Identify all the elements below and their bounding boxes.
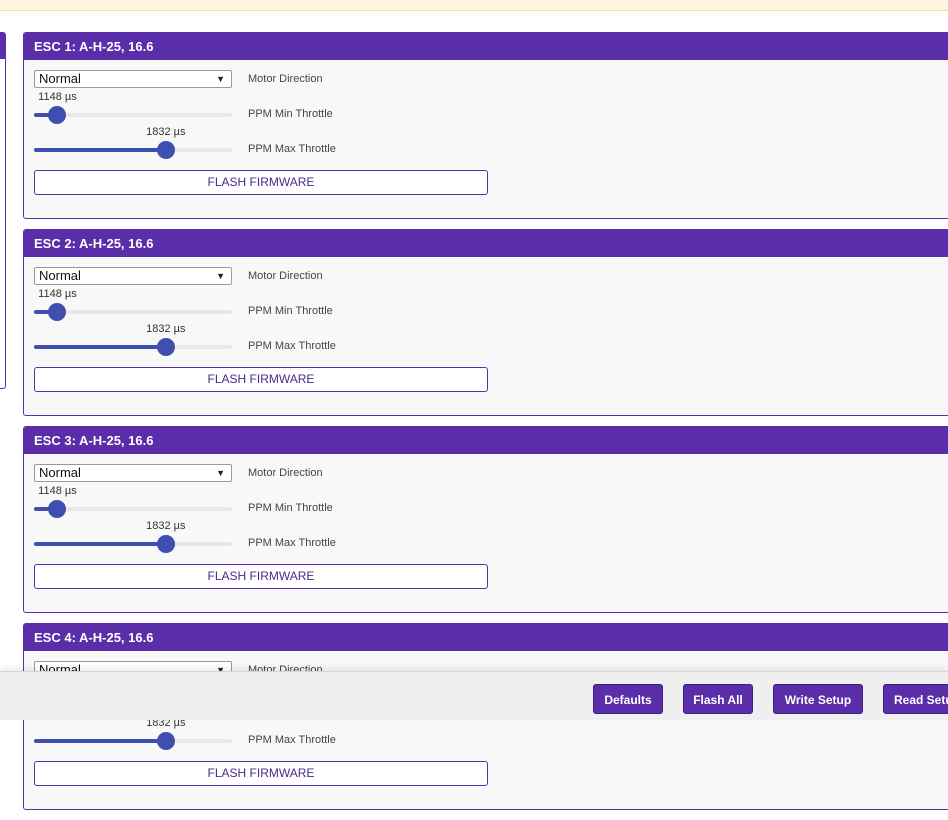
min-throttle-value: 1148 µs	[38, 485, 77, 497]
motor-direction-select[interactable]: Normal ▼	[34, 464, 232, 482]
max-throttle-slider[interactable]: 1832 µs	[34, 323, 232, 356]
min-throttle-slider[interactable]: 1148 µs	[34, 91, 232, 124]
max-throttle-label: PPM Max Throttle	[248, 340, 336, 352]
min-throttle-label: PPM Min Throttle	[248, 502, 333, 514]
left-sidebar-panel	[0, 32, 6, 389]
flash-firmware-button[interactable]: FLASH FIRMWARE	[34, 367, 488, 392]
esc-body: Normal ▼ Motor Direction 1148 µs PPM Min Thr…	[24, 60, 948, 218]
motor-direction-label: Motor Direction	[248, 467, 323, 479]
dropdown-caret-icon: ▼	[216, 468, 225, 478]
motor-direction-value: Normal	[39, 465, 81, 480]
max-throttle-label: PPM Max Throttle	[248, 537, 336, 549]
esc-body: Normal ▼ Motor Direction 1148 µs PPM Min Thr…	[24, 454, 948, 612]
slider-fill	[34, 739, 166, 743]
max-throttle-value: 1832 µs	[146, 520, 186, 532]
esc-panel: ESC 3: A-H-25, 16.6 Normal ▼ Motor Directio…	[23, 426, 948, 613]
motor-direction-value: Normal	[39, 268, 81, 283]
max-throttle-slider[interactable]: 1832 µs	[34, 126, 232, 159]
min-throttle-label: PPM Min Throttle	[248, 108, 333, 120]
slider-thumb[interactable]	[156, 338, 175, 356]
read-setup-button[interactable]: Read Setup	[883, 684, 948, 714]
min-throttle-value: 1148 µs	[38, 288, 77, 300]
slider-thumb[interactable]	[156, 535, 175, 553]
max-throttle-value: 1832 µs	[146, 126, 186, 138]
esc-title: ESC 1: A-H-25, 16.6	[24, 33, 948, 60]
slider-thumb[interactable]	[156, 141, 175, 159]
min-throttle-value: 1148 µs	[38, 91, 77, 103]
flash-firmware-button[interactable]: FLASH FIRMWARE	[34, 170, 488, 195]
motor-direction-select[interactable]: Normal ▼	[34, 267, 232, 285]
esc-title: ESC 3: A-H-25, 16.6	[24, 427, 948, 454]
flash-firmware-button[interactable]: FLASH FIRMWARE	[34, 761, 488, 786]
min-throttle-slider[interactable]: 1148 µs	[34, 288, 232, 321]
max-throttle-slider[interactable]: 1832 µs	[34, 520, 232, 553]
slider-thumb[interactable]	[48, 500, 67, 518]
slider-thumb[interactable]	[156, 732, 175, 750]
slider-fill	[34, 542, 166, 546]
left-panel-header	[0, 33, 5, 59]
min-throttle-slider[interactable]: 1148 µs	[34, 485, 232, 518]
slider-thumb[interactable]	[48, 303, 67, 321]
dropdown-caret-icon: ▼	[216, 74, 225, 84]
esc-title: ESC 2: A-H-25, 16.6	[24, 230, 948, 257]
esc-panel: ESC 2: A-H-25, 16.6 Normal ▼ Motor Directio…	[23, 229, 948, 416]
notice-strip	[0, 0, 948, 11]
motor-direction-label: Motor Direction	[248, 270, 323, 282]
defaults-button[interactable]: Defaults	[593, 684, 663, 714]
esc-panel: ESC 1: A-H-25, 16.6 Normal ▼ Motor Directio…	[23, 32, 948, 219]
max-throttle-label: PPM Max Throttle	[248, 143, 336, 155]
flash-firmware-button[interactable]: FLASH FIRMWARE	[34, 564, 488, 589]
write-setup-button[interactable]: Write Setup	[773, 684, 863, 714]
esc-title: ESC 4: A-H-25, 16.6	[24, 624, 948, 651]
motor-direction-label: Motor Direction	[248, 73, 323, 85]
dropdown-caret-icon: ▼	[216, 271, 225, 281]
esc-body: Normal ▼ Motor Direction 1148 µs PPM Min Thr…	[24, 257, 948, 415]
motor-direction-value: Normal	[39, 71, 81, 86]
motor-direction-select[interactable]: Normal ▼	[34, 70, 232, 88]
min-throttle-label: PPM Min Throttle	[248, 305, 333, 317]
slider-fill	[34, 148, 166, 152]
bottom-toolbar: Defaults Flash All Write Setup Read Setu…	[0, 671, 948, 720]
max-throttle-label: PPM Max Throttle	[248, 734, 336, 746]
max-throttle-slider[interactable]: 1832 µs	[34, 717, 232, 750]
max-throttle-value: 1832 µs	[146, 323, 186, 335]
slider-thumb[interactable]	[48, 106, 67, 124]
slider-fill	[34, 345, 166, 349]
flash-all-button[interactable]: Flash All	[683, 684, 753, 714]
